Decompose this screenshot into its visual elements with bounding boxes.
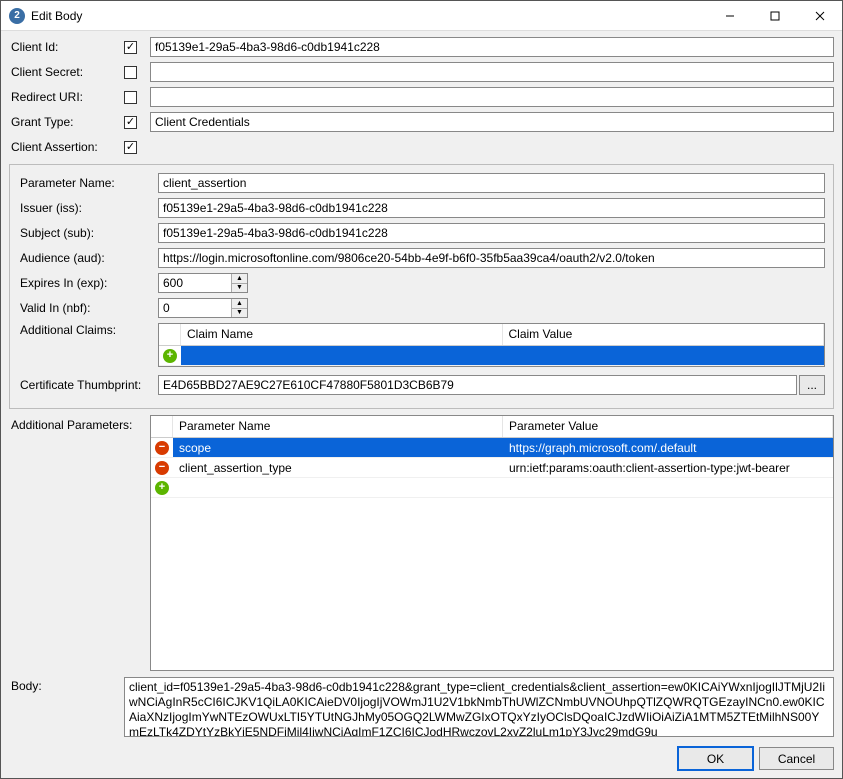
audience-label: Audience (aud): [18,251,158,265]
grant-type-label: Grant Type: [9,115,124,129]
body-text[interactable]: client_id=f05139e1-29a5-4ba3-98d6-c0db19… [124,677,834,737]
param-name-cell: scope [173,438,503,457]
client-id-label: Client Id: [9,40,124,54]
grant-type-input[interactable]: Client Credentials [150,112,834,132]
expires-in-spinner[interactable]: 600 ▲▼ [158,273,248,293]
spin-down-icon[interactable]: ▼ [232,284,247,293]
additional-parameters-label: Additional Parameters: [9,415,150,671]
issuer-input[interactable]: f05139e1-29a5-4ba3-98d6-c0db1941c228 [158,198,825,218]
param-value-cell: https://graph.microsoft.com/.default [503,438,833,457]
table-row[interactable]: client_assertion_typeurn:ietf:params:oau… [151,458,833,478]
redirect-uri-checkbox[interactable] [124,91,137,104]
titlebar[interactable]: 2 Edit Body [1,1,842,31]
spin-down-icon[interactable]: ▼ [232,309,247,318]
redirect-uri-input[interactable] [150,87,834,107]
table-row[interactable]: scopehttps://graph.microsoft.com/.defaul… [151,438,833,458]
add-claim-icon[interactable] [163,349,177,363]
valid-in-spinner[interactable]: 0 ▲▼ [158,298,248,318]
window-title: Edit Body [31,9,707,23]
audience-input[interactable]: https://login.microsoftonline.com/9806ce… [158,248,825,268]
maximize-button[interactable] [752,1,797,30]
client-id-input[interactable]: f05139e1-29a5-4ba3-98d6-c0db1941c228 [150,37,834,57]
certificate-thumbprint-label: Certificate Thumbprint: [18,378,158,392]
issuer-label: Issuer (iss): [18,201,158,215]
claims-new-row[interactable] [159,346,824,366]
subject-label: Subject (sub): [18,226,158,240]
subject-input[interactable]: f05139e1-29a5-4ba3-98d6-c0db1941c228 [158,223,825,243]
claim-name-header: Claim Name [181,324,503,345]
ok-button[interactable]: OK [678,747,753,770]
claim-value-header: Claim Value [503,324,825,345]
delete-param-icon[interactable] [155,441,169,455]
parameter-name-input[interactable]: client_assertion [158,173,825,193]
client-id-checkbox[interactable] [124,41,137,54]
body-label: Body: [9,677,124,737]
additional-claims-grid[interactable]: Claim Name Claim Value [158,323,825,367]
close-button[interactable] [797,1,842,30]
client-assertion-panel: Parameter Name: client_assertion Issuer … [9,164,834,409]
param-name-cell: client_assertion_type [173,458,503,477]
spin-up-icon[interactable]: ▲ [232,299,247,309]
client-assertion-label: Client Assertion: [9,140,124,154]
cancel-button[interactable]: Cancel [759,747,834,770]
delete-param-icon[interactable] [155,461,169,475]
param-value-cell: urn:ietf:params:oauth:client-assertion-t… [503,458,833,477]
client-secret-checkbox[interactable] [124,66,137,79]
param-value-header: Parameter Value [503,416,833,437]
client-secret-label: Client Secret: [9,65,124,79]
add-param-icon[interactable] [155,481,169,495]
client-assertion-checkbox[interactable] [124,141,137,154]
valid-in-label: Valid In (nbf): [18,301,158,315]
params-new-row[interactable] [151,478,833,498]
minimize-button[interactable] [707,1,752,30]
certificate-thumbprint-input[interactable]: E4D65BBD27AE9C27E610CF47880F5801D3CB6B79 [158,375,797,395]
expires-in-label: Expires In (exp): [18,276,158,290]
grant-type-checkbox[interactable] [124,116,137,129]
browse-certificate-button[interactable]: ... [799,375,825,395]
spin-up-icon[interactable]: ▲ [232,274,247,284]
client-secret-input[interactable] [150,62,834,82]
additional-parameters-grid[interactable]: Parameter Name Parameter Value scopehttp… [150,415,834,671]
redirect-uri-label: Redirect URI: [9,90,124,104]
edit-body-dialog: 2 Edit Body Client Id: f05139e1-29a5-4ba… [0,0,843,779]
param-name-header: Parameter Name [173,416,503,437]
app-icon: 2 [9,8,25,24]
additional-claims-label: Additional Claims: [18,323,158,337]
parameter-name-label: Parameter Name: [18,176,158,190]
